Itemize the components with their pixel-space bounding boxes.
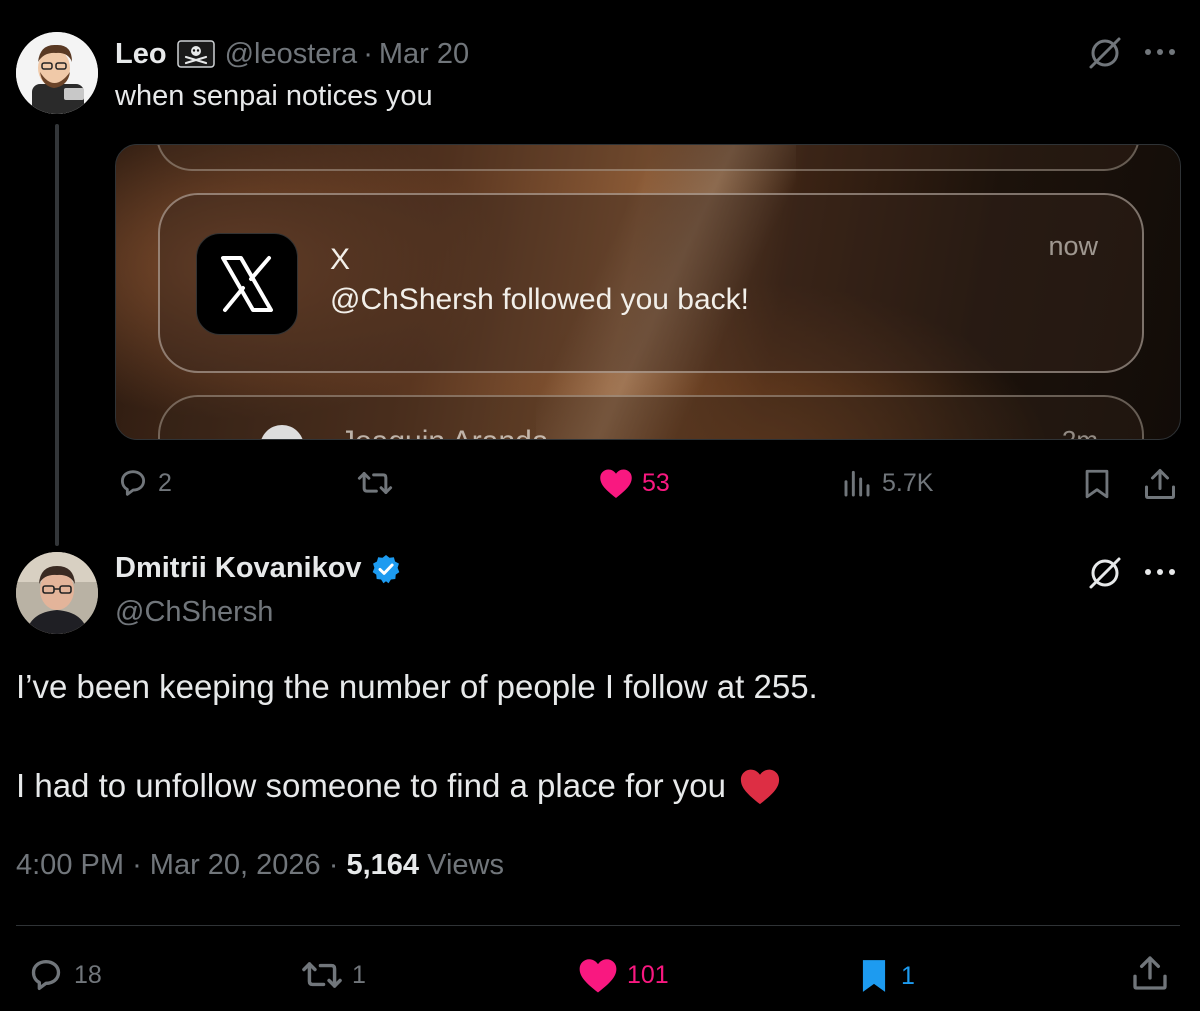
notification-message: @ChShersh followed you back! xyxy=(330,283,750,316)
notification-above xyxy=(156,145,1140,171)
grok-icon[interactable] xyxy=(1086,554,1124,592)
more-options-icon[interactable] xyxy=(1142,562,1178,582)
repost-button[interactable]: 1 xyxy=(300,955,366,995)
thread-connector-line xyxy=(55,124,59,546)
divider xyxy=(16,925,1180,926)
verified-badge-icon[interactable] xyxy=(370,553,402,585)
bookmark-icon xyxy=(1085,469,1109,499)
parent-tweet-header: Leo @leostera · Mar 20 xyxy=(115,34,469,74)
tweet-text-line-2: I had to unfollow someone to find a plac… xyxy=(16,767,726,804)
bookmark-button[interactable]: 1 xyxy=(855,955,915,997)
repost-icon xyxy=(302,962,342,988)
tweet-text: when senpai notices you xyxy=(115,80,433,112)
tweet-time[interactable]: 4:00 PM xyxy=(16,849,124,881)
author-name[interactable]: Dmitrii Kovanikov xyxy=(115,552,362,585)
avatar xyxy=(260,425,304,439)
pirate-flag-icon xyxy=(176,40,215,68)
reply-button[interactable]: 2 xyxy=(116,466,172,500)
tweet-text-line-2-row: I had to unfollow someone to find a plac… xyxy=(16,766,782,806)
more-options-icon[interactable] xyxy=(1142,42,1178,62)
dmitrii-avatar-photo xyxy=(16,552,98,634)
tweet-text-line-1: I’ve been keeping the number of people I… xyxy=(16,668,818,705)
views-label: Views xyxy=(427,849,504,881)
heart-filled-icon xyxy=(579,959,617,993)
avatar[interactable] xyxy=(16,552,98,634)
like-count: 101 xyxy=(627,960,669,989)
notification-time: 2m xyxy=(1061,425,1098,440)
repost-icon xyxy=(357,472,393,494)
like-button[interactable]: 53 xyxy=(598,466,670,500)
bookmark-button[interactable] xyxy=(1080,466,1114,502)
views-count[interactable]: 5,164 xyxy=(346,849,419,881)
notification-card: X @ChShersh followed you back! now xyxy=(158,193,1144,373)
author-name[interactable]: Leo xyxy=(115,38,167,71)
tweet-media-image[interactable]: X @ChShersh followed you back! now Joaqu… xyxy=(115,144,1181,440)
separator-dot: · xyxy=(132,849,142,881)
author-handle[interactable]: @ChShersh xyxy=(115,596,273,629)
avatar[interactable] xyxy=(16,32,98,114)
reply-tweet-header: Dmitrii Kovanikov xyxy=(115,552,402,585)
share-button[interactable] xyxy=(1130,953,1170,993)
views-button[interactable]: 5.7K xyxy=(842,466,933,500)
share-icon xyxy=(1145,469,1175,499)
leo-avatar-illustration xyxy=(16,32,98,114)
reply-icon xyxy=(31,960,61,990)
view-count: 5.7K xyxy=(882,468,934,497)
like-button[interactable]: 101 xyxy=(577,955,669,995)
reply-count: 2 xyxy=(158,468,172,497)
notification-app-name: X xyxy=(330,243,351,276)
bookmark-count: 1 xyxy=(901,961,915,990)
separator-dot: · xyxy=(363,37,373,70)
repost-count: 1 xyxy=(352,960,366,989)
tweet-date[interactable]: Mar 20, 2026 xyxy=(150,849,321,881)
author-handle[interactable]: @leostera xyxy=(225,38,358,71)
grok-icon[interactable] xyxy=(1086,34,1124,72)
heart-filled-icon xyxy=(600,469,632,498)
reply-icon xyxy=(120,470,146,496)
separator-dot: · xyxy=(328,849,339,881)
reply-button[interactable]: 18 xyxy=(26,955,102,995)
repost-button[interactable] xyxy=(356,466,402,500)
notification-sender: Joaquin Aranda xyxy=(340,425,549,439)
like-count: 53 xyxy=(642,468,670,497)
x-app-icon xyxy=(196,233,298,335)
bookmark-filled-icon xyxy=(862,960,886,992)
share-button[interactable] xyxy=(1142,466,1178,502)
notification-below: Joaquin Aranda 2m xyxy=(158,395,1144,440)
analytics-icon xyxy=(844,470,870,497)
reply-count: 18 xyxy=(74,960,102,989)
share-icon xyxy=(1133,956,1167,990)
tweet-date[interactable]: Mar 20 xyxy=(379,38,469,71)
tweet-meta: 4:00 PM · Mar 20, 2026 · 5,164 Views xyxy=(16,849,504,882)
red-heart-emoji-icon xyxy=(740,769,780,805)
notification-time: now xyxy=(1048,231,1098,261)
